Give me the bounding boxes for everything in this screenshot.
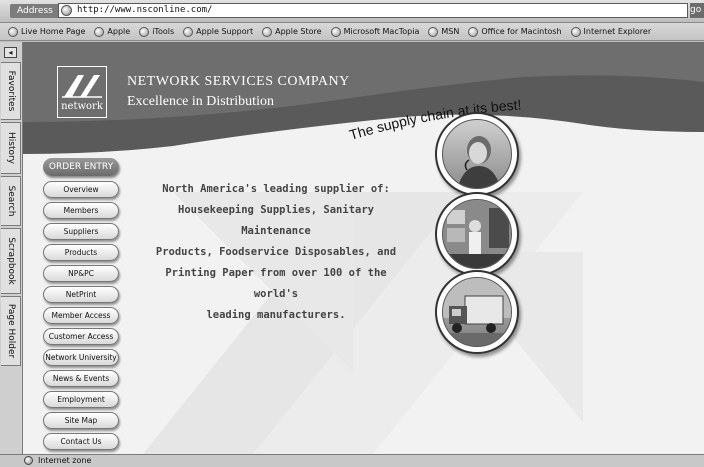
address-url[interactable]: http://www.nsconline.com/ — [77, 4, 212, 17]
tab-scrapbook[interactable]: Scrapbook — [1, 228, 21, 294]
photo-image — [442, 199, 512, 269]
collapse-icon[interactable]: ◂ — [4, 47, 17, 58]
favorite-link-live-home-page[interactable]: Live Home Page — [8, 26, 85, 37]
company-tagline: Excellence in Distribution — [127, 94, 274, 109]
photo-image — [442, 277, 512, 347]
photo-truck — [435, 270, 519, 354]
favorite-icon — [94, 26, 105, 37]
intro-line: Printing Paper from over 100 of the worl… — [165, 267, 387, 300]
intro-text: North America's leading supplier of: Hou… — [141, 179, 411, 326]
nav-np-pc-button[interactable]: NP&PC — [43, 265, 119, 282]
tab-search[interactable]: Search — [1, 176, 21, 226]
favorite-link-microsoft-mactopia[interactable]: Microsoft MacTopia — [330, 26, 419, 37]
intro-line: Housekeeping Supplies, Sanitary Maintena… — [178, 204, 374, 237]
address-bar: Address http://www.nsconline.com/ go — [0, 0, 704, 23]
favorite-icon — [183, 26, 194, 37]
nav-site-map-button[interactable]: Site Map — [43, 412, 119, 429]
nav-overview-button[interactable]: Overview — [43, 181, 119, 198]
tab-favorites[interactable]: Favorites — [1, 62, 21, 120]
nav-suppliers-button[interactable]: Suppliers — [43, 223, 119, 240]
favorite-icon — [330, 26, 341, 37]
favorite-link-internet-explorer[interactable]: Internet Explorer — [570, 26, 651, 37]
logo-text: network — [61, 101, 103, 112]
favorite-icon — [570, 26, 581, 37]
intro-line: leading manufacturers. — [206, 309, 346, 321]
favorite-icon — [262, 26, 273, 37]
tab-page-holder[interactable]: Page Holder — [1, 296, 21, 366]
favorites-bar: Live Home Page Apple iTools Apple Suppor… — [0, 23, 704, 41]
favorite-icon — [8, 26, 18, 37]
favorite-icon — [468, 26, 479, 37]
favorite-icon — [428, 26, 439, 37]
nav-members-button[interactable]: Members — [43, 202, 119, 219]
nav-products-button[interactable]: Products — [43, 244, 119, 261]
nav-news-events-button[interactable]: News & Events — [43, 370, 119, 387]
site-nav: Overview Members Suppliers Products NP&P… — [43, 181, 119, 454]
nav-employment-button[interactable]: Employment — [43, 391, 119, 408]
globe-icon — [61, 5, 72, 16]
globe-icon — [24, 456, 33, 465]
favorite-link-apple-store[interactable]: Apple Store — [262, 26, 322, 37]
favorite-link-itools[interactable]: iTools — [139, 26, 174, 37]
favorite-icon — [139, 26, 150, 37]
favorite-link-apple[interactable]: Apple — [94, 26, 130, 37]
truck-figure — [443, 278, 511, 346]
favorite-link-msn[interactable]: MSN — [428, 26, 459, 37]
photo-image — [442, 119, 512, 189]
status-bar: Internet zone — [0, 454, 704, 467]
explorer-sidebar: ◂ Favorites History Search Scrapbook Pag… — [0, 42, 23, 454]
go-button[interactable]: go — [690, 3, 704, 18]
order-entry-button[interactable]: ORDER ENTRY — [43, 158, 119, 176]
company-name: NETWORK SERVICES COMPANY — [127, 74, 350, 89]
intro-line: Products, Foodservice Disposables, and — [155, 246, 397, 258]
tab-history[interactable]: History — [1, 122, 21, 174]
nav-network-university-button[interactable]: Network University — [43, 349, 119, 366]
warehouse-figure — [443, 200, 511, 268]
favorite-link-office-for-macintosh[interactable]: Office for Macintosh — [468, 26, 562, 37]
favorite-link-apple-support[interactable]: Apple Support — [183, 26, 253, 37]
web-page: network NETWORK SERVICES COMPANY Excelle… — [23, 42, 704, 454]
address-label: Address — [10, 4, 60, 18]
nav-member-access-button[interactable]: Member Access — [43, 307, 119, 324]
nav-customer-access-button[interactable]: Customer Access — [43, 328, 119, 345]
photo-warehouse — [435, 192, 519, 276]
nav-contact-us-button[interactable]: Contact Us — [43, 433, 119, 450]
nav-netprint-button[interactable]: NetPrint — [43, 286, 119, 303]
address-input[interactable]: http://www.nsconline.com/ — [58, 3, 688, 18]
person-figure — [457, 136, 501, 188]
status-text: Internet zone — [38, 456, 92, 465]
photo-customer-service — [435, 112, 519, 196]
intro-line: North America's leading supplier of: — [162, 183, 390, 195]
